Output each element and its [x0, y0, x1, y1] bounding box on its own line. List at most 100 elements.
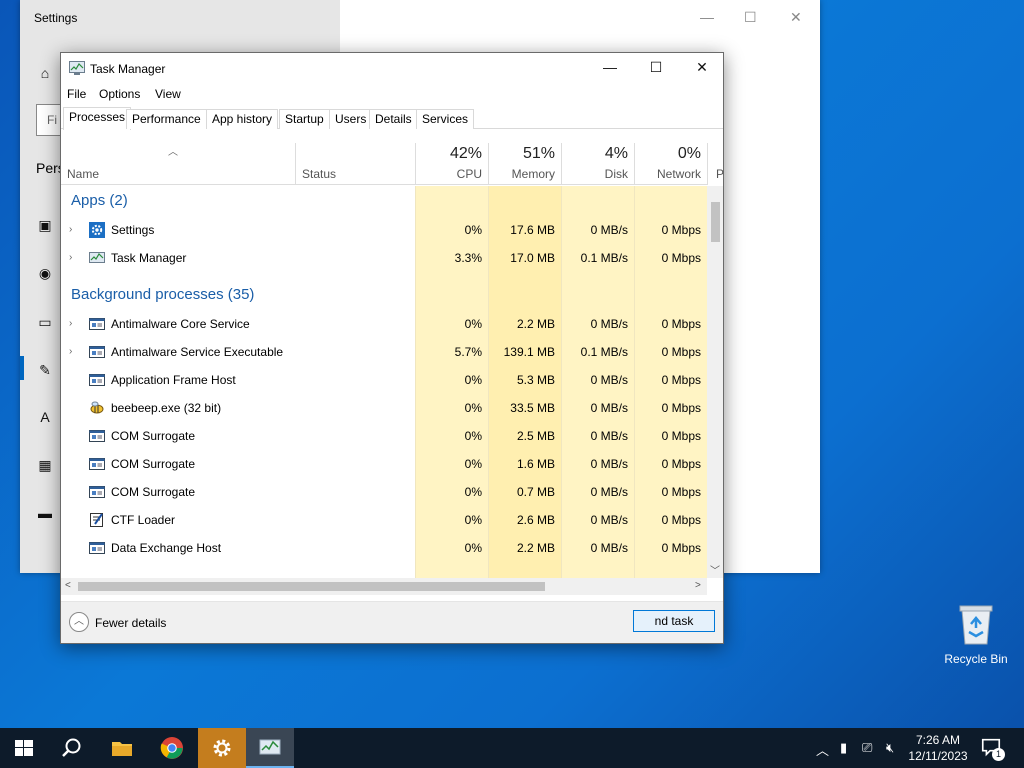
- chevron-right-icon[interactable]: ›: [69, 318, 72, 329]
- process-name: Antimalware Service Executable: [111, 345, 284, 359]
- background-icon[interactable]: ▣: [36, 216, 54, 234]
- fonts-icon[interactable]: A: [36, 408, 54, 426]
- colors-icon[interactable]: ◉: [36, 264, 54, 282]
- process-row[interactable]: › Antimalware Service Executable 5.7% 139.1…: [61, 338, 707, 366]
- tab-bar: Processes Performance App history Startu…: [61, 107, 723, 130]
- volume-muted-icon[interactable]: 🔇︎: [886, 740, 894, 756]
- vertical-scrollbar[interactable]: ﹀: [707, 186, 723, 578]
- process-row[interactable]: COM Surrogate 0% 2.5 MB 0 MB/s 0 Mbps: [61, 422, 707, 450]
- settings-close-button[interactable]: ✕: [790, 9, 802, 26]
- process-disk: 0 MB/s: [590, 541, 628, 555]
- settings-maximize-button[interactable]: ☐: [744, 9, 757, 26]
- process-name: COM Surrogate: [111, 457, 196, 471]
- tab-services[interactable]: Services: [416, 109, 475, 129]
- column-header: Name Status 42% CPU 51% Memory 4% Disk 0…: [61, 143, 724, 185]
- chevron-right-icon[interactable]: ›: [69, 224, 72, 235]
- column-disk[interactable]: 4% Disk: [561, 143, 634, 185]
- settings-minimize-button[interactable]: —: [700, 9, 714, 25]
- gear-icon: [89, 222, 105, 238]
- process-disk: 0 MB/s: [590, 373, 628, 387]
- service-icon: [89, 456, 105, 472]
- battery-icon[interactable]: ▮: [840, 740, 847, 756]
- process-disk: 0 MB/s: [590, 429, 628, 443]
- column-memory[interactable]: 51% Memory: [488, 143, 561, 185]
- task-manager-taskbar-button[interactable]: [246, 728, 294, 768]
- fewer-details-link[interactable]: Fewer details: [95, 616, 166, 630]
- horizontal-scrollbar[interactable]: < >: [61, 578, 707, 595]
- tab-details[interactable]: Details: [369, 109, 418, 129]
- chevron-up-icon[interactable]: ︿: [816, 740, 829, 759]
- process-row[interactable]: Data Exchange Host 0% 2.2 MB 0 MB/s 0 Mbps: [61, 534, 707, 562]
- column-power[interactable]: P: [707, 143, 724, 185]
- search-button[interactable]: [48, 728, 96, 768]
- process-disk: 0 MB/s: [590, 223, 628, 237]
- column-status[interactable]: Status: [295, 143, 415, 185]
- notifications-button[interactable]: 1: [980, 736, 1006, 761]
- end-task-button[interactable]: nd task: [633, 610, 715, 632]
- menu-view[interactable]: View: [155, 87, 181, 101]
- process-cpu: 0%: [464, 429, 482, 443]
- scroll-down-icon[interactable]: ﹀: [710, 562, 720, 577]
- process-row[interactable]: Application Frame Host 0% 5.3 MB 0 MB/s 0 Mb…: [61, 366, 707, 394]
- recycle-bin[interactable]: Recycle Bin: [938, 596, 1014, 666]
- process-row[interactable]: › Antimalware Core Service 0% 2.2 MB 0 MB/s 0…: [61, 310, 707, 338]
- start-button[interactable]: [0, 728, 48, 768]
- process-row[interactable]: COM Surrogate 0% 0.7 MB 0 MB/s 0 Mbps: [61, 478, 707, 506]
- chevron-right-icon[interactable]: ›: [69, 252, 72, 263]
- file-explorer-button[interactable]: [98, 728, 146, 768]
- menu-options[interactable]: Options: [99, 87, 140, 101]
- vertical-scroll-thumb[interactable]: [711, 202, 720, 242]
- menu-file[interactable]: File: [67, 87, 86, 101]
- column-name[interactable]: Name: [61, 143, 295, 185]
- column-name-label: Name: [67, 167, 100, 181]
- lock-screen-icon[interactable]: ▭: [36, 313, 54, 331]
- close-button[interactable]: ✕: [679, 53, 725, 83]
- search-icon: [62, 738, 81, 757]
- taskbar-settings-icon[interactable]: ▬: [36, 504, 54, 522]
- task-manager-titlebar[interactable]: Task Manager — ☐ ✕: [61, 53, 723, 83]
- process-network: 0 Mbps: [661, 401, 701, 415]
- column-network[interactable]: 0% Network: [634, 143, 707, 185]
- maximize-button[interactable]: ☐: [633, 53, 679, 83]
- start-settings-icon[interactable]: ▦: [36, 456, 54, 474]
- process-row[interactable]: COM Surrogate 0% 1.6 MB 0 MB/s 0 Mbps: [61, 450, 707, 478]
- chrome-button[interactable]: [148, 728, 196, 768]
- tab-processes[interactable]: Processes: [63, 107, 132, 130]
- process-row[interactable]: CTF Loader 0% 2.6 MB 0 MB/s 0 Mbps: [61, 506, 707, 534]
- horizontal-scroll-thumb[interactable]: [78, 582, 545, 591]
- process-memory: 17.6 MB: [510, 223, 555, 237]
- minimize-button[interactable]: —: [587, 53, 633, 83]
- column-cpu[interactable]: 42% CPU: [415, 143, 488, 185]
- chevron-right-icon[interactable]: ›: [69, 346, 72, 357]
- group-apps[interactable]: Apps (2): [61, 186, 707, 214]
- process-disk: 0 MB/s: [590, 485, 628, 499]
- chevron-up-icon[interactable]: ︿: [69, 612, 89, 632]
- network-icon[interactable]: ⎚: [862, 740, 872, 756]
- scroll-left-icon[interactable]: <: [65, 580, 71, 591]
- settings-taskbar-button[interactable]: [198, 728, 246, 768]
- process-cpu: 0%: [464, 541, 482, 555]
- scroll-right-icon[interactable]: >: [695, 580, 701, 591]
- process-name: COM Surrogate: [111, 485, 196, 499]
- process-row[interactable]: › Task Manager 3.3% 17.0 MB 0.1 MB/s 0 Mbps: [61, 244, 707, 272]
- service-icon: [89, 316, 105, 332]
- group-background-processes[interactable]: Background processes (35): [61, 280, 707, 308]
- tab-startup[interactable]: Startup: [279, 109, 330, 129]
- process-name: COM Surrogate: [111, 429, 196, 443]
- task-manager-icon: [259, 739, 281, 755]
- process-network: 0 Mbps: [661, 345, 701, 359]
- process-list: Apps (2) › Settings 0% 17.6 MB 0 MB/s 0 Mbps › T…: [61, 186, 707, 578]
- tab-app-history[interactable]: App history: [206, 109, 279, 129]
- process-name: Task Manager: [111, 251, 187, 265]
- home-icon[interactable]: ⌂: [36, 64, 54, 82]
- process-row[interactable]: beebeep.exe (32 bit) 0% 33.5 MB 0 MB/s 0 Mbp…: [61, 394, 707, 422]
- process-memory: 5.3 MB: [516, 373, 555, 387]
- task-manager-window[interactable]: Task Manager — ☐ ✕ File Options View Pro…: [60, 52, 724, 644]
- tab-performance[interactable]: Performance: [126, 109, 207, 129]
- tab-users[interactable]: Users: [329, 109, 373, 129]
- themes-icon[interactable]: ✎: [36, 361, 54, 379]
- process-row[interactable]: › Settings 0% 17.6 MB 0 MB/s 0 Mbps: [61, 216, 707, 244]
- disk-label: Disk: [604, 167, 628, 181]
- clock[interactable]: 7:26 AM 12/11/2023: [906, 732, 970, 764]
- service-icon: [89, 540, 105, 556]
